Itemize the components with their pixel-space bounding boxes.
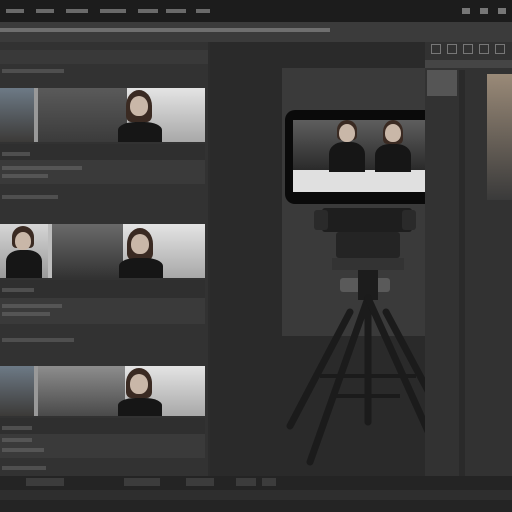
status-tab-4[interactable] [236,478,256,486]
menu-item-7[interactable] [196,9,210,13]
right-panel-header [425,60,512,68]
panel-header-label [2,69,64,73]
clip-info-2 [0,280,205,324]
clip-thumbnail-1[interactable] [0,88,205,142]
status-bar [0,476,512,512]
camera-icon [314,208,416,300]
panel-header [0,50,208,64]
clip-thumbnail-3[interactable] [0,366,205,416]
menu-item-4[interactable] [100,9,126,13]
right-thumb-2[interactable] [487,74,512,200]
status-tab-1[interactable] [26,478,64,486]
panel-icon-4[interactable] [479,44,489,54]
clip-meta-1 [2,195,58,199]
menu-item-1[interactable] [6,9,24,13]
window-control-icon[interactable] [498,8,506,14]
preview-screen [293,120,437,192]
status-tab-3[interactable] [186,478,214,486]
clip-thumbnail-2[interactable] [0,224,205,278]
menu-bar [0,0,512,22]
clip-info-3 [0,418,205,458]
clip-meta-2 [2,338,74,342]
window-control-icon[interactable] [462,8,470,14]
timeline-track[interactable] [0,490,512,500]
right-scrollbar[interactable] [459,70,465,490]
panel-icon-5[interactable] [495,44,505,54]
menu-item-5[interactable] [138,9,158,13]
status-tab-2[interactable] [124,478,160,486]
panel-icon-1[interactable] [431,44,441,54]
clip-meta-3 [2,466,46,470]
status-tab-5[interactable] [262,478,276,486]
toolbar [0,22,512,42]
preview-monitor[interactable] [285,110,448,204]
menu-item-2[interactable] [36,9,54,13]
window-control-icon[interactable] [480,8,488,14]
clip-info-1 [0,144,205,184]
toolbar-progress [0,28,330,32]
right-thumb-1[interactable] [427,70,457,96]
right-panel [425,42,512,492]
panel-icon-2[interactable] [447,44,457,54]
menu-item-6[interactable] [166,9,186,13]
panel-icon-3[interactable] [463,44,473,54]
menu-item-3[interactable] [66,9,88,13]
